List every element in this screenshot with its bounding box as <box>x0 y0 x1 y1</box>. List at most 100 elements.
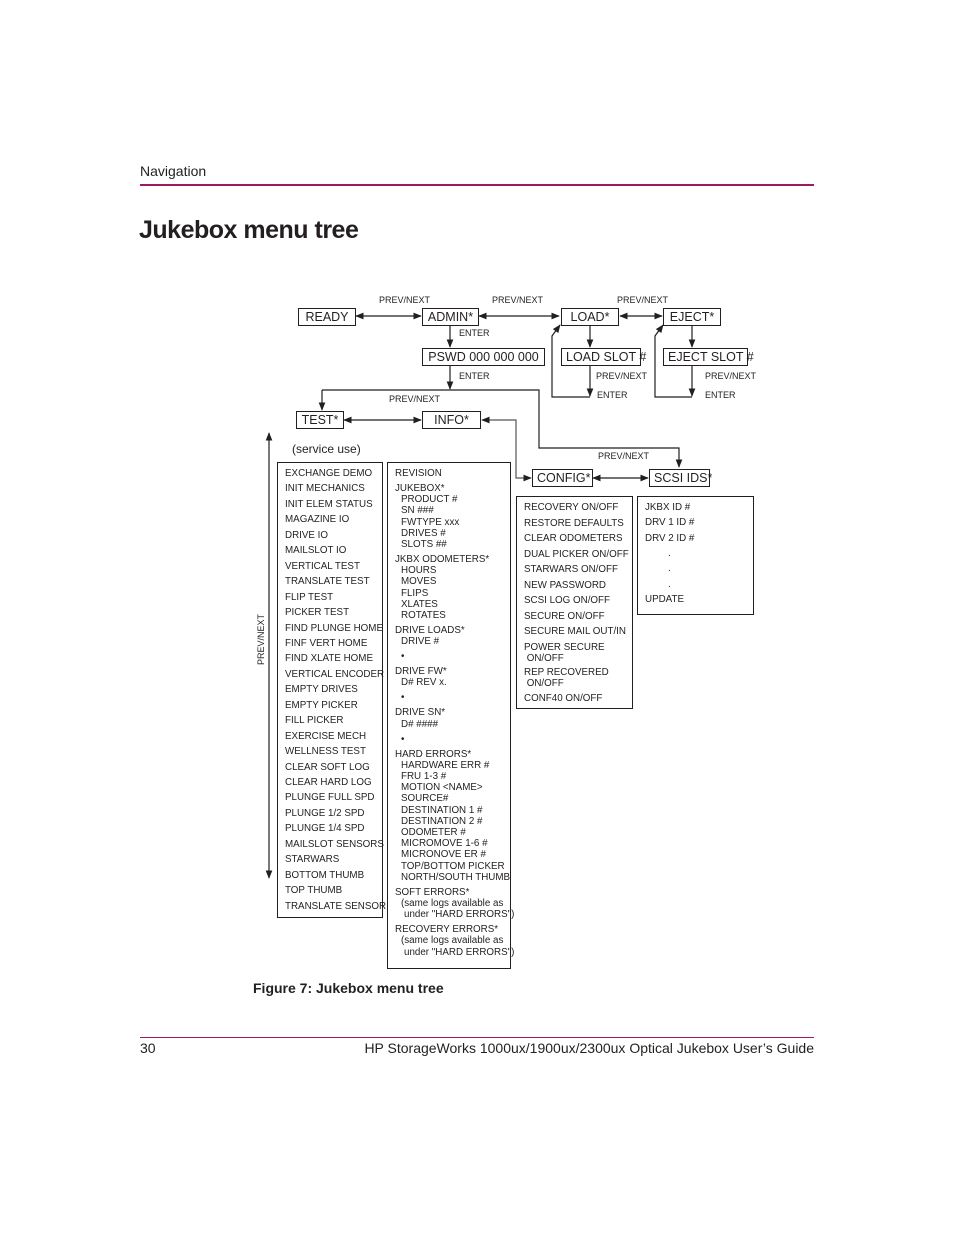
label-prev-next: PREV/NEXT <box>389 394 441 404</box>
guide-title: HP StorageWorks 1000ux/1900ux/2300ux Opt… <box>364 1040 814 1056</box>
menu-item: HARDWARE ERR # <box>401 759 490 771</box>
menu-item: D# #### <box>401 718 439 730</box>
menu-item: PLUNGE 1/4 SPD <box>285 823 365 835</box>
menu-item: EXERCISE MECH <box>285 730 367 742</box>
menu-item: FWTYPE xxx <box>401 516 460 528</box>
menu-item: DRIVE FW* <box>395 666 447 678</box>
menu-item: DRIVE # <box>401 636 440 648</box>
menu-item: FILL PICKER <box>285 715 344 727</box>
menu-item: SOURCE# <box>401 793 449 805</box>
menu-item: DRIVES # <box>401 527 446 539</box>
menu-item: under "HARD ERRORS") <box>404 909 515 921</box>
config-menu-list: RECOVERY ON/OFF RESTORE DEFAULTS CLEAR ODO… <box>516 496 633 709</box>
menu-item: REVISION <box>395 468 442 479</box>
label-prev-next: PREV/NEXT <box>705 371 757 381</box>
node-pswd: PSWD 000 000 000 <box>422 348 545 366</box>
menu-item: FLIPS <box>401 587 429 599</box>
node-ready: READY <box>298 308 356 326</box>
menu-item: SCSI LOG ON/OFF <box>524 595 611 606</box>
menu-item: EXCHANGE DEMO <box>285 468 373 479</box>
menu-item: TRANSLATE SENSOR <box>285 900 387 912</box>
menu-item: SN ### <box>401 505 434 517</box>
menu-item: HARD ERRORS* <box>395 748 472 760</box>
menu-item: SOFT ERRORS* <box>395 886 470 898</box>
menu-item: DESTINATION 2 # <box>401 815 483 827</box>
menu-item: JUKEBOX* <box>395 483 445 494</box>
menu-item: . <box>668 563 671 575</box>
menu-item: MICRONOVE ER # <box>401 849 486 861</box>
menu-item: PLUNGE 1/2 SPD <box>285 807 365 819</box>
menu-item: SECURE ON/OFF <box>524 610 605 622</box>
node-admin: ADMIN* <box>422 308 479 326</box>
test-menu-list: EXCHANGE DEMO INIT MECHANICS INIT ELEM STA… <box>277 462 387 918</box>
label-prev-next: PREV/NEXT <box>492 295 544 305</box>
menu-item: DESTINATION 1 # <box>401 804 483 816</box>
menu-item: (same logs available as <box>401 935 504 947</box>
menu-item: INIT ELEM STATUS <box>285 498 373 510</box>
menu-item: DUAL PICKER ON/OFF <box>524 548 629 560</box>
menu-item: . <box>668 547 671 559</box>
menu-item: XLATES <box>401 598 438 610</box>
menu-item: • <box>401 692 405 704</box>
figure-caption: Figure 7: Jukebox menu tree <box>253 980 444 996</box>
node-test: TEST* <box>296 411 344 429</box>
menu-item: EMPTY DRIVES <box>285 684 358 696</box>
menu-item: SECURE MAIL OUT/IN <box>524 626 626 637</box>
footer-rule <box>140 1037 814 1038</box>
menu-item: MAILSLOT IO <box>285 545 347 557</box>
menu-item: RESTORE DEFAULTS <box>524 517 624 529</box>
menu-item: ROTATES <box>401 610 446 621</box>
menu-item: INIT MECHANICS <box>285 483 365 495</box>
node-load-slot: LOAD SLOT # <box>561 348 646 366</box>
menu-item: POWER SECURE ON/OFF <box>524 641 605 664</box>
menu-item: DRV 2 ID # <box>645 532 695 544</box>
menu-item: STARWARS <box>285 854 340 866</box>
menu-item: MICROMOVE 1-6 # <box>401 838 488 850</box>
menu-item: DRIVE SN* <box>395 707 446 719</box>
label-enter: ENTER <box>459 328 490 338</box>
menu-item: UPDATE <box>645 593 685 605</box>
menu-item: DRV 1 ID # <box>645 517 695 529</box>
menu-item: CLEAR ODOMETERS <box>524 533 623 544</box>
menu-item: REP RECOVERED ON/OFF <box>524 667 609 689</box>
menu-item: CLEAR HARD LOG <box>285 777 372 788</box>
label-service-use: (service use) <box>292 442 361 456</box>
menu-item: FINF VERT HOME <box>285 637 368 649</box>
label-prev-next-vertical: PREV/NEXT <box>256 613 266 665</box>
label-enter: ENTER <box>705 390 736 400</box>
menu-item: HOURS <box>401 565 437 577</box>
menu-item: CLEAR SOFT LOG <box>285 761 370 773</box>
menu-item: • <box>401 733 405 745</box>
menu-item: • <box>401 651 405 663</box>
label-prev-next: PREV/NEXT <box>617 295 669 305</box>
menu-item: MAGAZINE IO <box>285 514 350 526</box>
menu-item: FLIP TEST <box>285 591 334 603</box>
menu-item: D# REV x. <box>401 677 447 689</box>
menu-item: BOTTOM THUMB <box>285 869 365 881</box>
menu-item: NEW PASSWORD <box>524 579 607 591</box>
node-load: LOAD* <box>561 308 619 326</box>
label-prev-next: PREV/NEXT <box>598 451 650 461</box>
menu-item: TOP THUMB <box>285 885 343 897</box>
label-enter: ENTER <box>597 390 628 400</box>
menu-item: TOP/BOTTOM PICKER <box>401 860 505 872</box>
menu-item: VERTICAL TEST <box>285 560 360 572</box>
node-scsi-ids: SCSI IDS* <box>649 469 712 487</box>
menu-item: . <box>668 578 671 590</box>
menu-item: JKBX ODOMETERS* <box>395 554 490 565</box>
menu-item: MOTION <NAME> <box>401 782 483 794</box>
menu-item: ODOMETER # <box>401 827 466 838</box>
menu-item: STARWARS ON/OFF <box>524 564 618 575</box>
menu-item: DRIVE LOADS* <box>395 625 465 636</box>
info-menu-list: REVISION JUKEBOX* PRODUCT # SN ### FWTYPE xx… <box>387 462 515 969</box>
menu-item: PRODUCT # <box>401 494 458 506</box>
label-prev-next: PREV/NEXT <box>596 371 648 381</box>
menu-item: MOVES <box>401 576 437 588</box>
menu-item: (same logs available as <box>401 898 504 909</box>
menu-item: RECOVERY ERRORS* <box>395 924 499 936</box>
scsi-ids-menu-list: JKBX ID # DRV 1 ID # DRV 2 ID #... UPDATE <box>637 496 754 615</box>
menu-item: VERTICAL ENCODER <box>285 668 385 680</box>
menu-item: MAILSLOT SENSORS <box>285 838 384 850</box>
label-prev-next: PREV/NEXT <box>379 295 431 305</box>
menu-item: CONF40 ON/OFF <box>524 692 603 704</box>
